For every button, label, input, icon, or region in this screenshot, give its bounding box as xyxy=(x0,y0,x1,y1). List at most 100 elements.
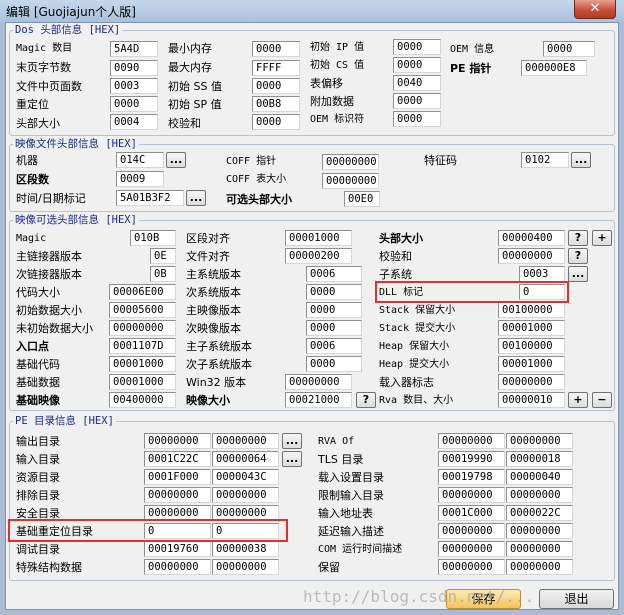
subsystem-more-button[interactable]: ... xyxy=(568,266,588,282)
headers-size-plus-button[interactable]: + xyxy=(592,230,612,246)
dir-right-size[interactable]: 00000000 xyxy=(506,487,573,503)
dos-max-mem-field[interactable]: FFFF xyxy=(252,60,300,76)
minor-subsys-field[interactable]: 0000 xyxy=(306,356,362,372)
image-base-field[interactable]: 00400000 xyxy=(109,392,176,408)
opt-checksum-help-button[interactable]: ? xyxy=(568,248,588,264)
heap-reserve-field[interactable]: 00100000 xyxy=(498,338,565,354)
major-os-field[interactable]: 0006 xyxy=(306,266,362,282)
dir-left-label: 排除目录 xyxy=(16,489,60,502)
dos-init-cs-field[interactable]: 0000 xyxy=(393,57,441,73)
dir-left-rva[interactable]: 00019760 xyxy=(144,541,211,557)
machine-field[interactable]: 014C xyxy=(116,152,164,168)
title-bar[interactable]: 编辑 [Guojiajun个人版] ✕ xyxy=(0,0,624,22)
code-size-field[interactable]: 00006E00 xyxy=(109,284,176,300)
dir-right-rva[interactable]: 00000000 xyxy=(438,559,505,575)
sections-field[interactable]: 0009 xyxy=(116,171,164,187)
image-size-field[interactable]: 00021000 xyxy=(285,392,352,408)
dir-left-rva[interactable]: 0001F000 xyxy=(144,469,211,485)
dos-header-size-field[interactable]: 0004 xyxy=(110,114,158,130)
opt-size-field[interactable]: 00E0 xyxy=(344,191,380,207)
opt-checksum-field[interactable]: 00000000 xyxy=(498,248,565,264)
base-data-field[interactable]: 00001000 xyxy=(109,374,176,390)
dir-right-rva[interactable]: 00000000 xyxy=(438,541,505,557)
dir-right-size[interactable]: 00000000 xyxy=(506,523,573,539)
dos-checksum-field[interactable]: 0000 xyxy=(252,114,300,130)
major-image-field[interactable]: 0000 xyxy=(306,302,362,318)
dos-min-mem-field[interactable]: 0000 xyxy=(252,41,300,57)
loader-flags-field[interactable]: 00000000 xyxy=(498,374,565,390)
image-size-help-button[interactable]: ? xyxy=(356,392,376,408)
minor-os-field[interactable]: 0000 xyxy=(306,284,362,300)
init-data-field[interactable]: 00005600 xyxy=(109,302,176,318)
section-align-field[interactable]: 00001000 xyxy=(285,230,352,246)
dos-init-sp-field[interactable]: 00B8 xyxy=(252,96,300,112)
dir-right-rva[interactable]: 0001C000 xyxy=(438,505,505,521)
dos-pages-field[interactable]: 0003 xyxy=(110,78,158,94)
file-align-field[interactable]: 00000200 xyxy=(285,248,352,264)
base-code-field[interactable]: 00001000 xyxy=(109,356,176,372)
dos-last-page-field[interactable]: 0090 xyxy=(110,60,158,76)
dir-right-rva[interactable]: 00019798 xyxy=(438,469,505,485)
coff-ptr-field[interactable]: 00000000 xyxy=(322,154,379,170)
timestamp-more-button[interactable]: ... xyxy=(186,190,206,206)
rva-count-plus-button[interactable]: + xyxy=(568,392,588,408)
dir-left-rva[interactable]: 00000000 xyxy=(144,433,211,449)
dir-left-rva[interactable]: 00000000 xyxy=(144,487,211,503)
coff-size-field[interactable]: 00000000 xyxy=(322,173,379,189)
dir-left-size[interactable]: 00000000 xyxy=(212,433,279,449)
stack-commit-field[interactable]: 00001000 xyxy=(498,320,565,336)
major-subsys-field[interactable]: 0006 xyxy=(306,338,362,354)
heap-commit-field[interactable]: 00001000 xyxy=(498,356,565,372)
dir-right-size[interactable]: 00000040 xyxy=(506,469,573,485)
dos-magic-field[interactable]: 5A4D xyxy=(110,41,158,57)
characteristics-field[interactable]: 0102 xyxy=(521,152,569,168)
headers-size-help-button[interactable]: ? xyxy=(568,230,588,246)
dir-left-size[interactable]: 00000064 xyxy=(212,451,279,467)
dir-left-size[interactable]: 00000000 xyxy=(212,487,279,503)
exit-button[interactable]: 退出 xyxy=(539,589,614,609)
dir-right-rva[interactable]: 00000000 xyxy=(438,523,505,539)
dos-init-ss-field[interactable]: 0000 xyxy=(252,78,300,94)
dir-right-label: 输入地址表 xyxy=(318,507,373,520)
uninit-data-field[interactable]: 00000000 xyxy=(109,320,176,336)
dir-right-size[interactable]: 00000000 xyxy=(506,433,573,449)
dir-right-rva[interactable]: 00000000 xyxy=(438,433,505,449)
dir-left-size[interactable]: 00000038 xyxy=(212,541,279,557)
timestamp-field[interactable]: 5A01B3F2 xyxy=(116,190,184,206)
headers-size-field[interactable]: 00000400 xyxy=(498,230,565,246)
dir-right-rva[interactable]: 00000000 xyxy=(438,487,505,503)
dos-init-ip-field[interactable]: 0000 xyxy=(393,39,441,55)
minor-image-field[interactable]: 0000 xyxy=(306,320,362,336)
dir-right-size[interactable]: 00000018 xyxy=(506,451,573,467)
rva-count-field[interactable]: 00000010 xyxy=(498,392,565,408)
entry-field[interactable]: 0001107D xyxy=(109,338,176,354)
dos-overlay-field[interactable]: 0000 xyxy=(393,93,441,109)
close-button[interactable]: ✕ xyxy=(574,0,616,19)
major-linker-field[interactable]: 0E xyxy=(150,248,176,264)
dir-right-size[interactable]: 00000000 xyxy=(506,541,573,557)
dir-left-size[interactable]: 00000000 xyxy=(212,559,279,575)
opt-magic-field[interactable]: 010B xyxy=(130,230,176,246)
stack-reserve-field[interactable]: 00100000 xyxy=(498,302,565,318)
dir-right-size[interactable]: 00000000 xyxy=(506,559,573,575)
dir-right-size[interactable]: 0000022C xyxy=(506,505,573,521)
dir-left-size[interactable]: 0000043C xyxy=(212,469,279,485)
machine-more-button[interactable]: ... xyxy=(166,152,186,168)
dir-right-rva[interactable]: 00019990 xyxy=(438,451,505,467)
characteristics-more-button[interactable]: ... xyxy=(571,152,591,168)
rva-count-minus-button[interactable]: − xyxy=(592,392,612,408)
dos-reloc-field[interactable]: 0000 xyxy=(110,96,158,112)
subsystem-field[interactable]: 0003 xyxy=(519,266,565,282)
dos-oem-info-field[interactable]: 0000 xyxy=(543,41,595,57)
dos-table-offset-field[interactable]: 0040 xyxy=(393,75,441,91)
uninit-data-label: 未初始数据大小 xyxy=(16,322,93,335)
dir-left-rva[interactable]: 0001C22C xyxy=(144,451,211,467)
dir-left-more-button[interactable]: ... xyxy=(282,433,302,449)
dos-pe-pointer-field[interactable]: 000000E8 xyxy=(521,60,587,76)
dir-left-more-button[interactable]: ... xyxy=(282,451,302,467)
dir-left-rva[interactable]: 00000000 xyxy=(144,559,211,575)
dos-table-offset-label: 表偏移 xyxy=(310,77,343,90)
win32-field[interactable]: 00000000 xyxy=(285,374,352,390)
dos-oem-id-field[interactable]: 0000 xyxy=(393,111,441,127)
minor-linker-field[interactable]: 0B xyxy=(150,266,176,282)
